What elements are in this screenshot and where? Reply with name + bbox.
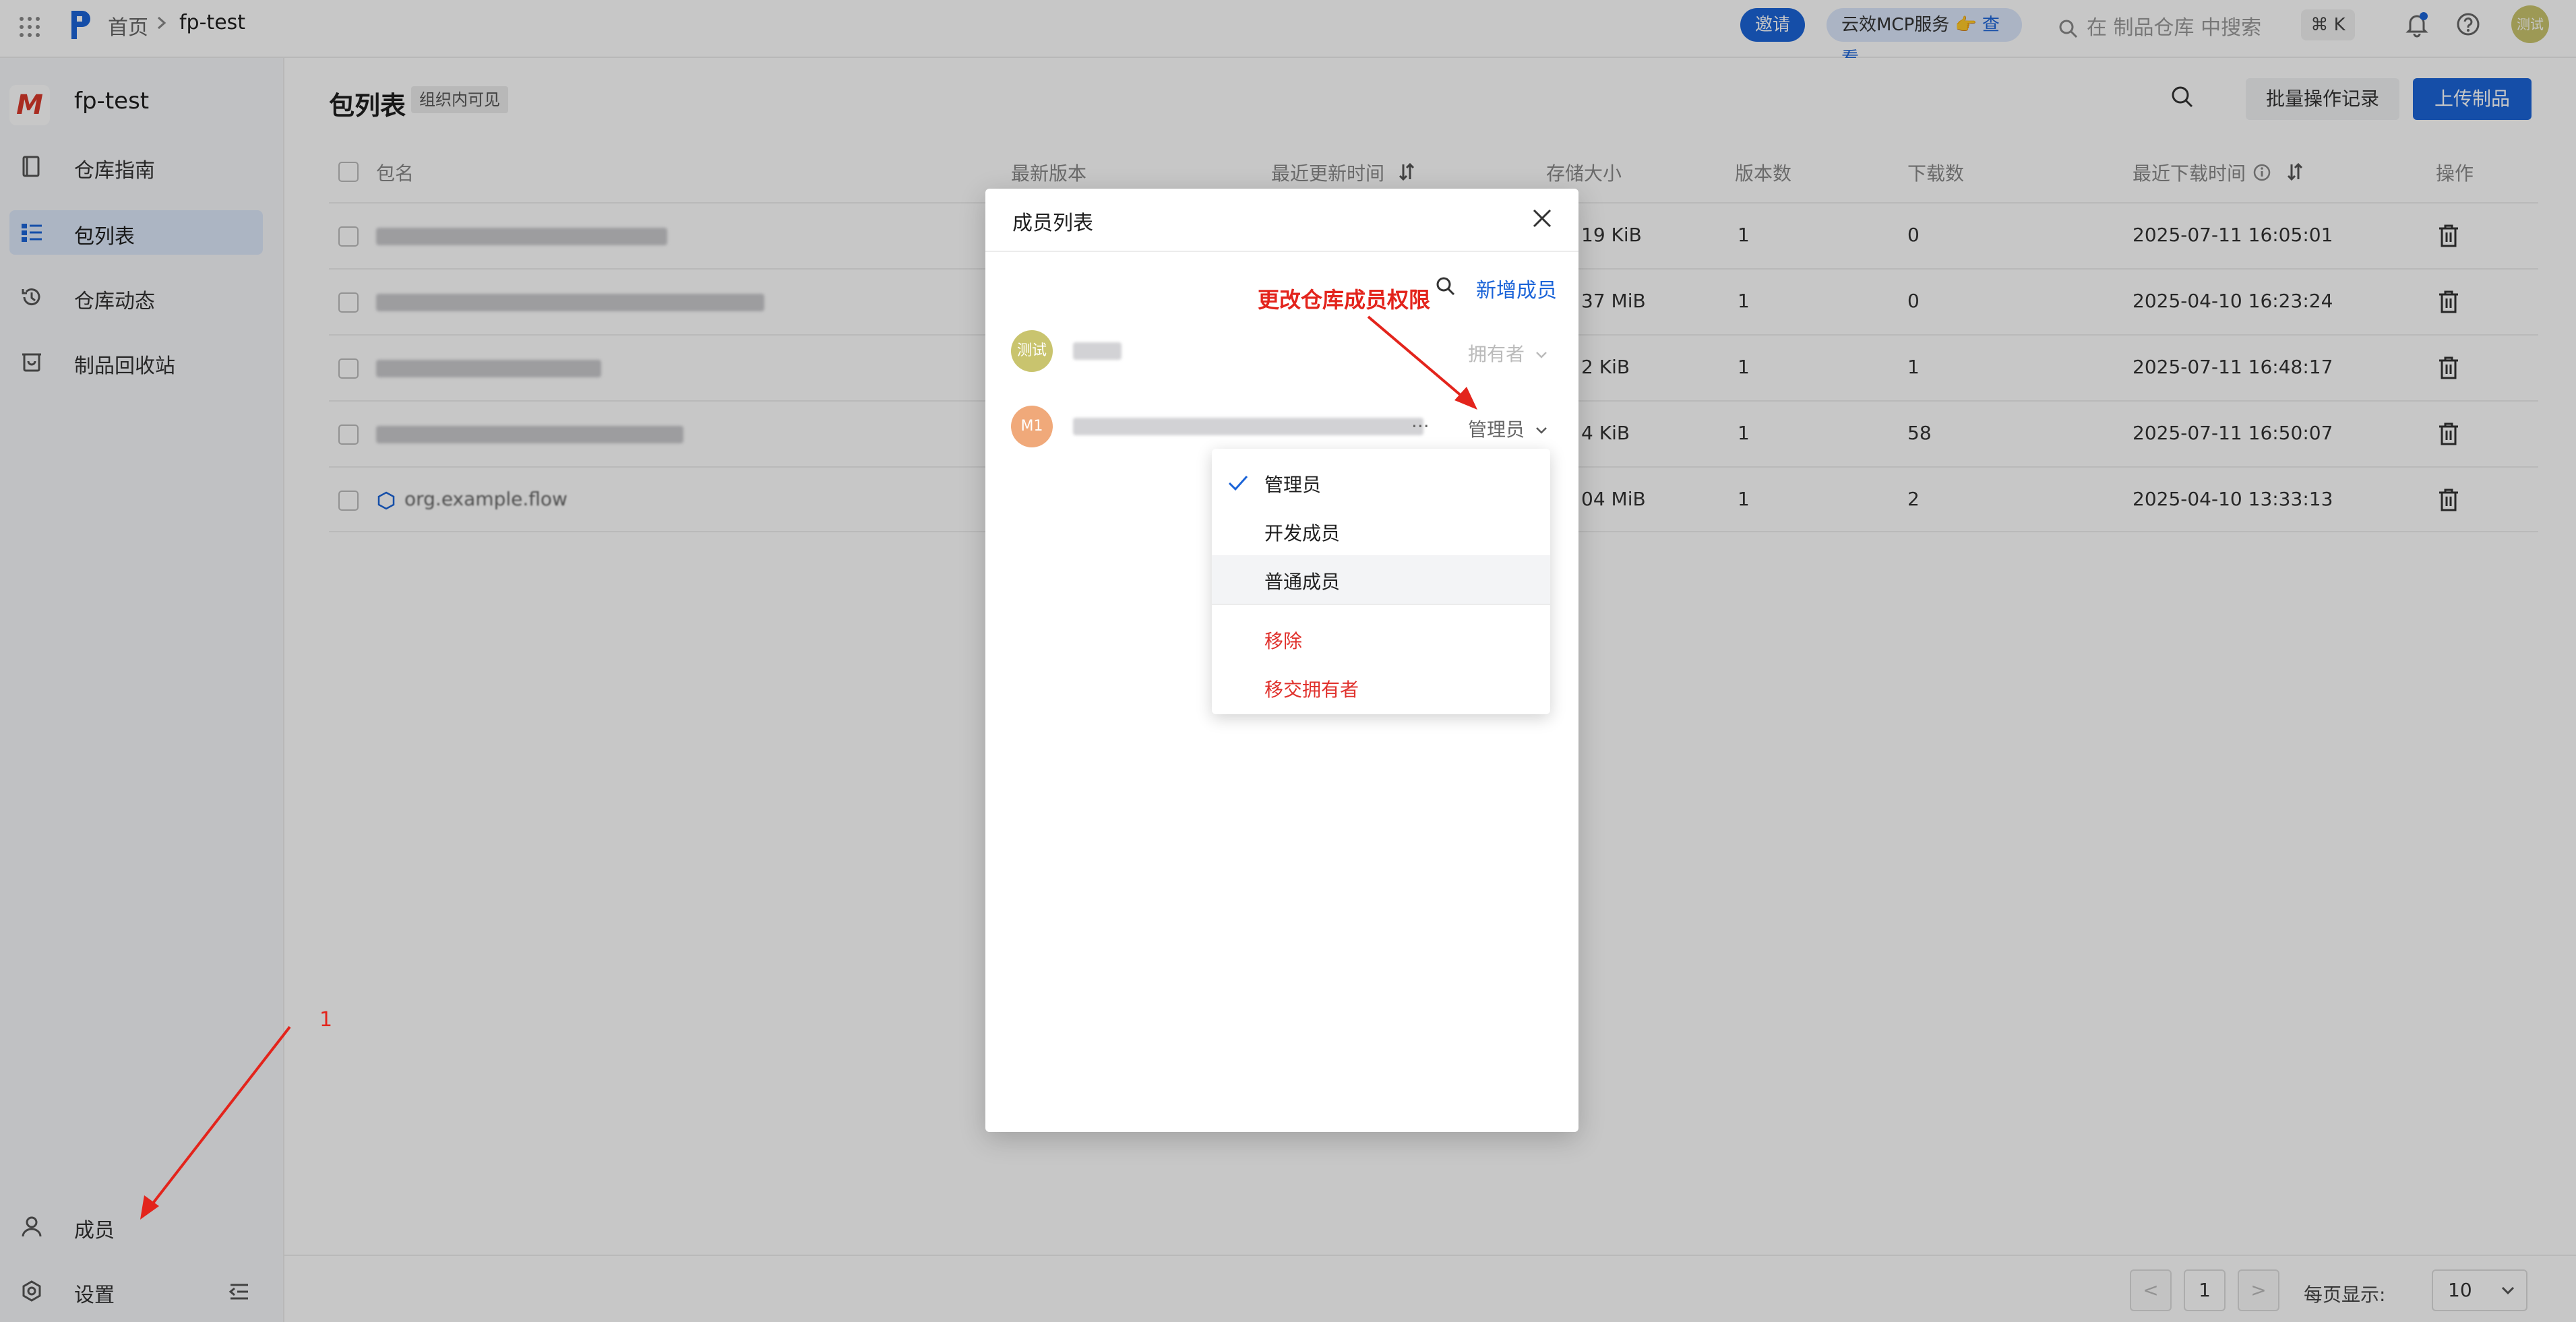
modal-divider <box>985 251 1578 252</box>
member-name-redacted <box>1073 342 1122 360</box>
member-avatar: 测试 <box>1011 330 1053 372</box>
check-icon <box>1227 473 1250 493</box>
role-option-member[interactable]: 普通成员 <box>1212 555 1550 604</box>
role-option-label: 普通成员 <box>1264 571 1341 593</box>
member-avatar: M1 <box>1011 406 1053 447</box>
modal-title: 成员列表 <box>1012 212 1093 235</box>
add-member-button[interactable]: 新增成员 <box>1476 274 1557 303</box>
menu-action-label: 移交拥有者 <box>1264 679 1359 701</box>
member-name-redacted <box>1073 418 1423 435</box>
member-role-select[interactable]: 管理员 <box>1468 415 1548 442</box>
chevron-down-icon <box>1536 352 1547 358</box>
member-role-owner: 拥有者 <box>1468 340 1548 367</box>
menu-divider <box>1212 604 1550 605</box>
menu-action-label: 移除 <box>1264 630 1303 652</box>
role-option-admin[interactable]: 管理员 <box>1212 458 1550 507</box>
member-name-ellipsis: ... <box>1411 410 1430 432</box>
member-role-label: 拥有者 <box>1468 343 1525 365</box>
close-icon[interactable] <box>1530 206 1554 230</box>
annotation-step-number: 1 <box>319 1008 333 1032</box>
role-option-label: 管理员 <box>1264 474 1322 496</box>
chevron-down-icon <box>1536 427 1547 434</box>
remove-member-option[interactable]: 移除 <box>1212 615 1550 663</box>
role-option-label: 开发成员 <box>1264 522 1341 544</box>
search-icon[interactable] <box>1434 275 1457 298</box>
role-option-developer[interactable]: 开发成员 <box>1212 507 1550 555</box>
annotation-role-hint: 更改仓库成员权限 <box>1258 287 1431 313</box>
member-role-label: 管理员 <box>1468 418 1525 441</box>
transfer-owner-option[interactable]: 移交拥有者 <box>1212 663 1550 712</box>
role-dropdown-menu: 管理员 开发成员 普通成员 移除 移交拥有者 <box>1212 449 1550 714</box>
